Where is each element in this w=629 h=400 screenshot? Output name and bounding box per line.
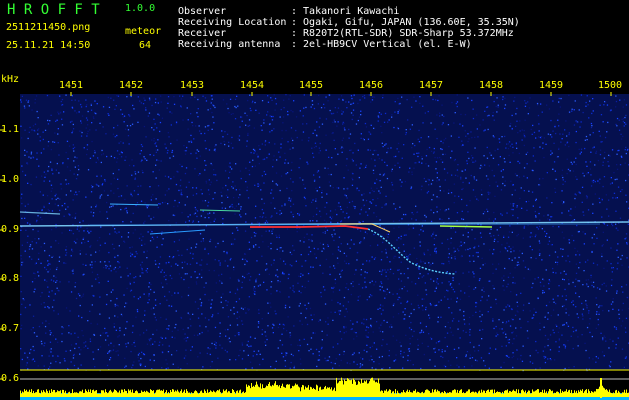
hrofft-display: H R O F F T 1.0.0 2511211450.png 25.11.2… xyxy=(0,0,629,400)
y-tick-label: 0.9 xyxy=(1,224,20,235)
level-bars xyxy=(20,377,629,397)
detection-label: meteor xyxy=(125,26,162,37)
info-label-observer: Observer xyxy=(178,6,227,17)
x-tick-label: 1454 xyxy=(240,80,265,91)
info-value-antenna: : 2el-HB9CV Vertical (el. E-W) xyxy=(291,39,472,50)
info-label-location: Receiving Location xyxy=(178,17,287,28)
y-tick-label: 0.6 xyxy=(1,373,20,384)
x-tick-label: 1453 xyxy=(180,80,205,91)
x-tick-label: 1452 xyxy=(119,80,144,91)
x-tick-label: 1457 xyxy=(419,80,444,91)
info-value-location: : Ogaki, Gifu, JAPAN (136.60E, 35.35N) xyxy=(291,17,520,28)
info-label-antenna: Receiving antenna xyxy=(178,39,281,50)
x-tick-label: 1456 xyxy=(359,80,384,91)
x-tick-label: 1455 xyxy=(299,80,324,91)
y-tick-label: 1.1 xyxy=(1,124,20,135)
app-title: H R O F F T xyxy=(7,2,100,18)
y-tick-label: 0.8 xyxy=(1,273,20,284)
y-tick-label: 0.7 xyxy=(1,323,20,334)
info-value-receiver: : R820T2(RTL-SDR) SDR-Sharp 53.372MHz xyxy=(291,28,514,39)
x-tick-label: 1500 xyxy=(598,80,623,91)
y-axis-unit: kHz xyxy=(1,74,20,85)
app-version: 1.0.0 xyxy=(125,3,156,14)
file-datetime: 25.11.21 14:50 xyxy=(6,40,91,51)
file-name: 2511211450.png xyxy=(6,22,91,33)
info-value-observer: : Takanori Kawachi xyxy=(291,6,400,17)
noise-field xyxy=(20,94,629,370)
detection-count: 64 xyxy=(139,40,152,51)
y-tick-label: 1.0 xyxy=(1,174,20,185)
x-tick-label: 1458 xyxy=(479,80,504,91)
x-tick-label: 1451 xyxy=(59,80,84,91)
spectrogram xyxy=(0,92,629,400)
x-tick-label: 1459 xyxy=(539,80,564,91)
info-label-receiver: Receiver xyxy=(178,28,227,39)
carrier-trace xyxy=(439,225,493,228)
